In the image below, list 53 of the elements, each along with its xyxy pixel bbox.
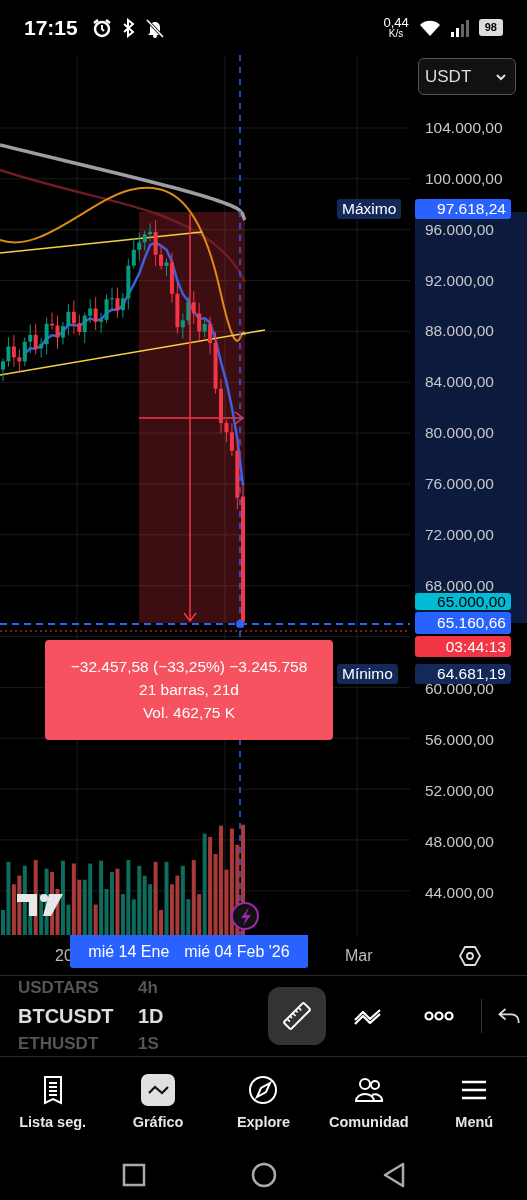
date-text: mié 14 Ene bbox=[88, 942, 170, 961]
price-axis-label: 68.000,00 bbox=[425, 576, 494, 595]
network-speed-unit: K/s bbox=[388, 29, 404, 39]
date-text: mié 04 Feb '26 bbox=[184, 942, 290, 961]
bluetooth-icon bbox=[121, 17, 136, 38]
ruler-icon bbox=[281, 1000, 313, 1032]
measure-text: Vol. 462,75 K bbox=[142, 704, 236, 722]
price-axis-label: 100.000,00 bbox=[425, 169, 503, 188]
price-axis-label: 48.000,00 bbox=[425, 832, 494, 851]
price-axis-label: 80.000,00 bbox=[425, 424, 494, 443]
minimum-label: Mínimo bbox=[337, 664, 398, 684]
lightning-icon bbox=[231, 902, 259, 930]
recent-apps-button[interactable] bbox=[121, 1162, 146, 1187]
back-button[interactable] bbox=[381, 1161, 406, 1188]
price-axis-label: 52.000,00 bbox=[425, 782, 494, 801]
signal-icon bbox=[450, 18, 469, 37]
measure-text: 21 barras, 21d bbox=[139, 681, 239, 699]
countdown-tag: 03:44:13 bbox=[415, 636, 511, 657]
nav-tab[interactable]: Explore bbox=[213, 1074, 314, 1130]
ruler-tool-button[interactable] bbox=[268, 987, 326, 1045]
nav-tab[interactable]: Menú bbox=[424, 1074, 525, 1130]
watchlist-row[interactable]: BTCUSDT 1D bbox=[18, 1002, 268, 1030]
currency-dropdown[interactable]: USDT bbox=[418, 58, 516, 95]
price-axis-label: 92.000,00 bbox=[425, 271, 494, 290]
chevron-down-icon bbox=[495, 72, 507, 81]
maximum-price-tag: 97.618,24 bbox=[415, 199, 511, 219]
home-button[interactable] bbox=[250, 1161, 277, 1188]
nav-tab[interactable]: Gráfico bbox=[108, 1074, 209, 1130]
alert-price-tag: 65.000,00 bbox=[415, 593, 511, 610]
minimum-price-tag: 64.681,19 bbox=[415, 664, 511, 684]
last-price-tag: 65.160,66 bbox=[415, 612, 511, 634]
crosshair-dot bbox=[236, 620, 244, 628]
network-speed: 0,44 bbox=[383, 16, 409, 29]
measure-text: −32.457,58 (−33,25%) −3.245.758 bbox=[70, 658, 308, 676]
price-axis-label: 88.000,00 bbox=[425, 322, 494, 341]
price-axis-label: 44.000,00 bbox=[425, 883, 494, 902]
nav-tab[interactable]: Comunidad bbox=[318, 1074, 419, 1130]
price-axis-label: 56.000,00 bbox=[425, 731, 494, 750]
settings-icon[interactable] bbox=[458, 944, 482, 968]
nav-tab[interactable]: Lista seg. bbox=[2, 1074, 103, 1130]
muted-bell-icon bbox=[145, 17, 164, 38]
chart-icon bbox=[147, 1084, 169, 1096]
price-axis-label: 84.000,00 bbox=[425, 373, 494, 392]
price-axis-label: 96.000,00 bbox=[425, 220, 494, 239]
battery-indicator: 98 bbox=[478, 19, 503, 36]
alarm-icon bbox=[91, 17, 112, 38]
clock-time: 17:15 bbox=[24, 15, 78, 40]
price-axis-label: 72.000,00 bbox=[425, 525, 494, 544]
maximum-label: Máximo bbox=[337, 199, 402, 219]
time-axis-label: Mar bbox=[345, 947, 373, 965]
price-axis-label: 76.000,00 bbox=[425, 474, 494, 493]
price-axis-label: 104.000,00 bbox=[425, 119, 503, 137]
wifi-icon bbox=[418, 18, 441, 37]
